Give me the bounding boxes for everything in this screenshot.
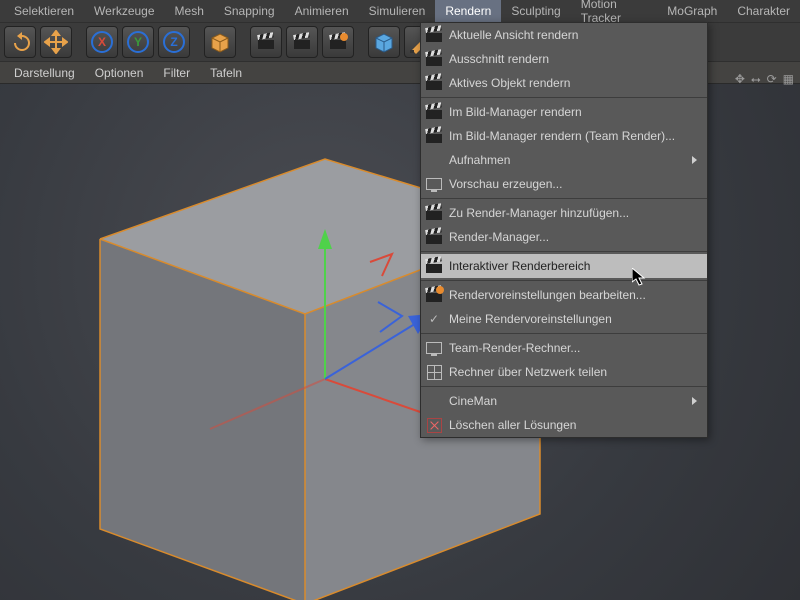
menu-item-label: Löschen aller Lösungen [449, 418, 697, 432]
menu-item-label: Vorschau erzeugen... [449, 177, 697, 191]
clapper-icon [426, 259, 442, 273]
menu-simulieren[interactable]: Simulieren [359, 0, 436, 22]
menu-item-label: CineMan [449, 394, 692, 408]
check-icon: ✓ [429, 312, 439, 326]
menu-item-label: Ausschnitt rendern [449, 52, 697, 66]
menu-item-label: Meine Rendervoreinstellungen [449, 312, 697, 326]
menu-mograph[interactable]: MoGraph [657, 0, 727, 22]
tool-primitive-cube-button[interactable] [368, 26, 400, 58]
menu-snapping[interactable]: Snapping [214, 0, 285, 22]
clapper-icon [426, 105, 442, 119]
clapper-icon [258, 35, 274, 49]
tool-move-button[interactable] [40, 26, 72, 58]
menu-separator [421, 198, 707, 199]
menu-separator [421, 97, 707, 98]
menu-charakter[interactable]: Charakter [727, 0, 800, 22]
menu-separator [421, 251, 707, 252]
menu-item-render-view[interactable]: Aktuelle Ansicht rendern [421, 23, 707, 47]
menu-motion-tracker[interactable]: Motion Tracker [571, 0, 658, 22]
clapper-gear-icon [330, 35, 346, 49]
menu-rendern[interactable]: Rendern [435, 0, 501, 22]
menu-item-label: Rechner über Netzwerk teilen [449, 365, 697, 379]
menu-separator [421, 386, 707, 387]
menu-item-label: Im Bild-Manager rendern (Team Render)... [449, 129, 697, 143]
render-menu-dropdown: Aktuelle Ansicht rendern Ausschnitt rend… [420, 22, 708, 438]
menu-item-render-active[interactable]: Aktives Objekt rendern [421, 71, 707, 95]
menu-item-share-network[interactable]: Rechner über Netzwerk teilen [421, 360, 707, 384]
tool-axis-x-button[interactable]: X [86, 26, 118, 58]
delete-icon [427, 418, 442, 433]
tool-axis-y-button[interactable]: Y [122, 26, 154, 58]
tab-tafeln[interactable]: Tafeln [200, 62, 252, 83]
submenu-arrow-icon [692, 397, 697, 405]
monitor-icon [426, 178, 442, 190]
menu-sculpting[interactable]: Sculpting [501, 0, 570, 22]
clapper-icon [426, 52, 442, 66]
rotate-view-icon[interactable]: ⟳ [767, 72, 777, 87]
layout-view-icon[interactable]: ▦ [783, 72, 794, 87]
menu-separator [421, 280, 707, 281]
main-menu: Selektieren Werkzeuge Mesh Snapping Anim… [0, 0, 800, 22]
menu-item-interactive-render-region[interactable]: Interaktiver Renderbereich [421, 254, 707, 278]
clapper-icon [426, 129, 442, 143]
menu-item-label: Aktives Objekt rendern [449, 76, 697, 90]
clapper-icon [426, 28, 442, 42]
move-view-icon[interactable]: ✥ [735, 72, 745, 87]
menu-item-aufnahmen[interactable]: Aufnahmen [421, 148, 707, 172]
blank-icon [425, 392, 443, 410]
menu-item-render-pv-team[interactable]: Im Bild-Manager rendern (Team Render)... [421, 124, 707, 148]
monitor-icon [426, 342, 442, 354]
menu-item-add-to-queue[interactable]: Zu Render-Manager hinzufügen... [421, 201, 707, 225]
svg-text:Y: Y [134, 35, 142, 49]
menu-item-label: Render-Manager... [449, 230, 697, 244]
menu-item-label: Aktuelle Ansicht rendern [449, 28, 697, 42]
menu-item-label: Rendervoreinstellungen bearbeiten... [449, 288, 697, 302]
tab-filter[interactable]: Filter [153, 62, 200, 83]
menu-item-cineman[interactable]: CineMan [421, 389, 707, 413]
menu-item-my-render-settings[interactable]: ✓ Meine Rendervoreinstellungen [421, 307, 707, 331]
tool-cube-button[interactable] [204, 26, 236, 58]
menu-item-render-settings[interactable]: Rendervoreinstellungen bearbeiten... [421, 283, 707, 307]
menu-item-label: Aufnahmen [449, 153, 692, 167]
clapper-gear-icon [426, 288, 442, 302]
menu-separator [421, 333, 707, 334]
menu-werkzeuge[interactable]: Werkzeuge [84, 0, 164, 22]
menu-item-label: Interaktiver Renderbereich [449, 259, 697, 273]
menu-item-flush-solutions[interactable]: Löschen aller Lösungen [421, 413, 707, 437]
svg-text:Z: Z [170, 35, 177, 49]
menu-selektieren[interactable]: Selektieren [4, 0, 84, 22]
tool-render-view-button[interactable] [250, 26, 282, 58]
clapper-icon [426, 206, 442, 220]
menu-item-label: Im Bild-Manager rendern [449, 105, 697, 119]
clapper-icon [426, 76, 442, 90]
menu-item-label: Team-Render-Rechner... [449, 341, 697, 355]
tab-darstellung[interactable]: Darstellung [4, 62, 85, 83]
menu-item-render-pv[interactable]: Im Bild-Manager rendern [421, 100, 707, 124]
menu-item-preview[interactable]: Vorschau erzeugen... [421, 172, 707, 196]
menu-animieren[interactable]: Animieren [285, 0, 359, 22]
tool-axis-z-button[interactable]: Z [158, 26, 190, 58]
tool-render-pv-button[interactable] [286, 26, 318, 58]
zoom-view-icon[interactable]: ⭤ [751, 72, 761, 87]
clapper-icon [426, 230, 442, 244]
menu-item-label: Zu Render-Manager hinzufügen... [449, 206, 697, 220]
menu-item-team-render[interactable]: Team-Render-Rechner... [421, 336, 707, 360]
tool-render-settings-button[interactable] [322, 26, 354, 58]
svg-text:X: X [98, 35, 106, 49]
network-icon [427, 365, 442, 380]
tab-optionen[interactable]: Optionen [85, 62, 154, 83]
menu-item-render-manager[interactable]: Render-Manager... [421, 225, 707, 249]
menu-item-render-region[interactable]: Ausschnitt rendern [421, 47, 707, 71]
tool-undo-button[interactable] [4, 26, 36, 58]
clapper-icon [294, 35, 310, 49]
blank-icon [425, 151, 443, 169]
menu-mesh[interactable]: Mesh [165, 0, 214, 22]
submenu-arrow-icon [692, 156, 697, 164]
viewport-nav-icons: ✥ ⭤ ⟳ ▦ [735, 72, 794, 87]
